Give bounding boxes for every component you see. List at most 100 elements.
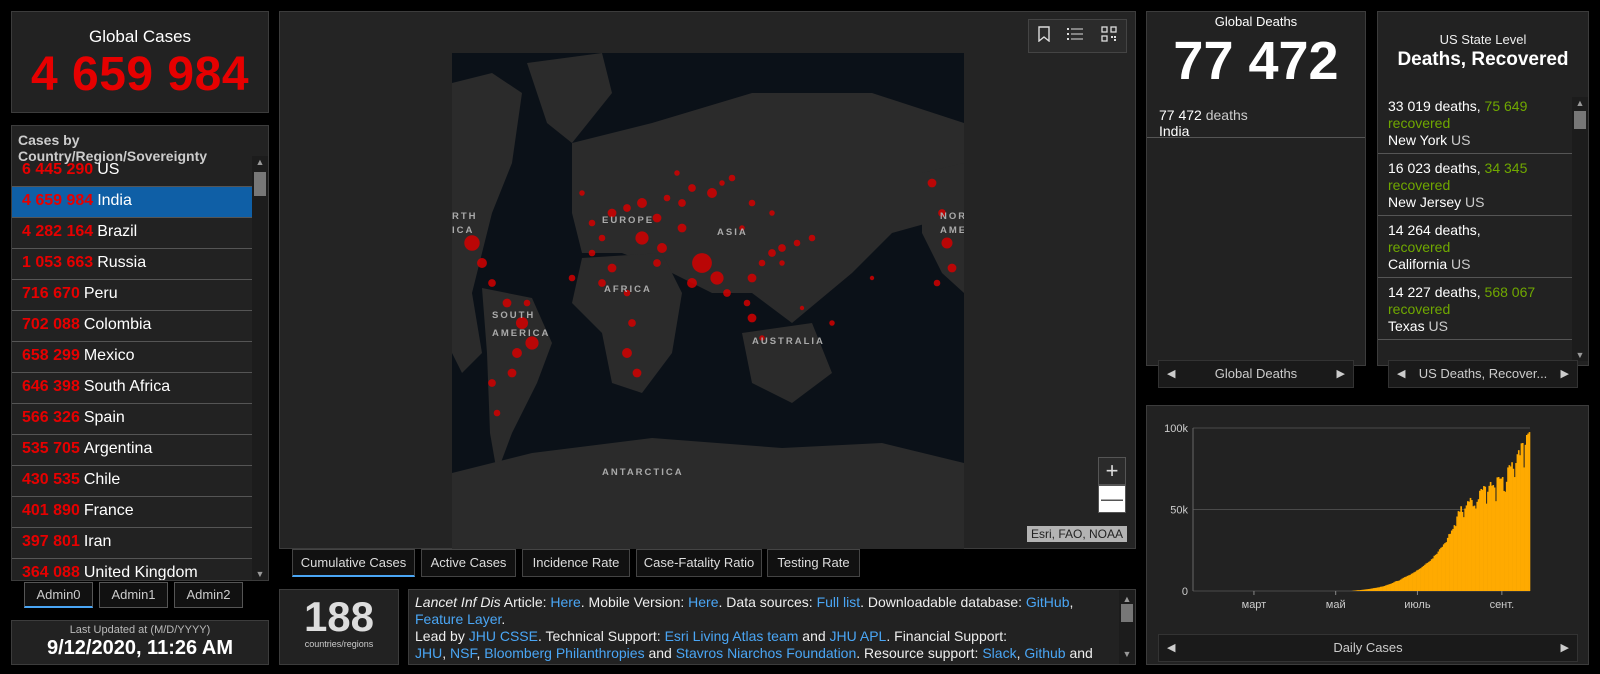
case-bubble[interactable] (488, 379, 496, 387)
case-bubble[interactable] (947, 263, 957, 273)
case-bubble[interactable] (622, 348, 632, 358)
case-bubble[interactable] (579, 190, 585, 196)
nsf-link[interactable]: NSF (450, 645, 476, 661)
country-row[interactable]: 716 670 Peru (12, 280, 252, 311)
tab-incidence-rate[interactable]: Incidence Rate (522, 549, 630, 577)
scroll-thumb[interactable] (1121, 604, 1133, 622)
country-row[interactable]: 4 659 984 India (12, 187, 252, 218)
bloomberg-link[interactable]: Bloomberg Philanthropies (484, 645, 644, 661)
slack-link[interactable]: Slack (982, 645, 1016, 661)
us-state-row[interactable]: 12 502 deaths, recoveredFlorida US (1378, 340, 1572, 342)
prev-arrow-icon[interactable]: ◀ (1397, 361, 1405, 387)
next-arrow-icon[interactable]: ▶ (1337, 361, 1345, 387)
case-bubble[interactable] (598, 234, 606, 242)
case-bubble[interactable] (719, 180, 725, 186)
country-row[interactable]: 6 445 290 US (12, 156, 252, 187)
info-scrollbar[interactable]: ▲ ▼ (1119, 590, 1135, 664)
case-bubble[interactable] (657, 243, 667, 253)
us-state-row[interactable]: 16 023 deaths, 34 345 recovered New Jersey… (1378, 154, 1572, 216)
tab-admin2[interactable]: Admin2 (174, 582, 243, 608)
list-icon[interactable] (1067, 27, 1084, 46)
country-row[interactable]: 1 053 663 Russia (12, 249, 252, 280)
case-bubble[interactable] (477, 258, 487, 268)
case-bubble[interactable] (677, 223, 687, 233)
tab-cumulative-cases[interactable]: Cumulative Cases (292, 549, 415, 577)
case-bubble[interactable] (808, 234, 816, 242)
scroll-down-icon[interactable]: ▼ (1572, 350, 1588, 360)
case-bubble[interactable] (588, 219, 596, 227)
scroll-up-icon[interactable]: ▲ (252, 157, 268, 167)
us-state-row[interactable]: 14 227 deaths, 568 067 recovered Texas US (1378, 278, 1572, 340)
case-bubble[interactable] (747, 313, 757, 323)
us-state-row[interactable]: 14 264 deaths, recovered California US (1378, 216, 1572, 278)
country-list-scrollbar[interactable]: ▲ ▼ (252, 156, 268, 580)
country-row[interactable]: 364 088 United Kingdom (12, 559, 252, 580)
case-bubble[interactable] (778, 244, 786, 252)
github-link[interactable]: GitHub (1026, 594, 1070, 610)
case-bubble[interactable] (493, 409, 501, 417)
case-bubble[interactable] (653, 259, 661, 267)
country-row[interactable]: 658 299 Mexico (12, 342, 252, 373)
case-bubble[interactable] (623, 204, 631, 212)
case-bubble[interactable] (793, 239, 801, 247)
case-bubble[interactable] (687, 278, 697, 288)
case-bubble[interactable] (769, 210, 775, 216)
case-bubble[interactable] (710, 271, 724, 285)
case-bubble[interactable] (743, 299, 751, 307)
qr-grid-icon[interactable] (1101, 25, 1117, 47)
zoom-out-button[interactable]: — (1098, 485, 1126, 513)
country-row[interactable]: 401 890 France (12, 497, 252, 528)
case-bubble[interactable] (637, 198, 647, 208)
country-row[interactable]: 397 801 Iran (12, 528, 252, 559)
case-bubble[interactable] (869, 275, 875, 281)
case-bubble[interactable] (707, 188, 717, 198)
case-bubble[interactable] (632, 368, 642, 378)
case-bubble[interactable] (607, 263, 617, 273)
tab-testing-rate[interactable]: Testing Rate (767, 549, 860, 577)
tab-case-fatality-ratio[interactable]: Case-Fatality Ratio (636, 549, 762, 577)
case-bubble[interactable] (723, 289, 731, 297)
case-bubble[interactable] (568, 274, 576, 282)
case-bubble[interactable] (628, 319, 636, 327)
prev-arrow-icon[interactable]: ◀ (1167, 361, 1175, 387)
map-panel[interactable]: EUROPE ASIA AFRICA SOUTH AMERICA AUSTRAL… (279, 11, 1136, 549)
case-bubble[interactable] (799, 305, 805, 311)
tab-active-cases[interactable]: Active Cases (421, 549, 516, 577)
bookmark-icon[interactable] (1038, 25, 1050, 47)
case-bubble[interactable] (748, 199, 756, 207)
country-row[interactable]: 4 282 164 Brazil (12, 218, 252, 249)
case-bubble[interactable] (678, 199, 686, 207)
tab-admin1[interactable]: Admin1 (99, 582, 168, 608)
esri-link[interactable]: Esri Living Atlas team (665, 628, 799, 644)
case-bubble[interactable] (927, 178, 937, 188)
scroll-thumb[interactable] (254, 172, 266, 196)
case-bubble[interactable] (688, 184, 696, 192)
global-deaths-item[interactable]: 77 472 deaths India (1147, 88, 1365, 139)
country-row[interactable]: 702 088 Colombia (12, 311, 252, 342)
case-bubble[interactable] (464, 235, 480, 251)
world-map[interactable]: EUROPE ASIA AFRICA SOUTH AMERICA AUSTRAL… (452, 53, 964, 549)
case-bubble[interactable] (941, 237, 953, 249)
jhu-apl-link[interactable]: JHU APL (830, 628, 887, 644)
country-row[interactable]: 646 398 South Africa (12, 373, 252, 404)
us-state-scrollbar[interactable]: ▲ ▼ (1572, 97, 1588, 361)
article-link[interactable]: Here (550, 594, 580, 610)
jhu-link[interactable]: JHU (415, 645, 442, 661)
stavros-link[interactable]: Stavros Niarchos Foundation (676, 645, 857, 661)
tab-admin0[interactable]: Admin0 (24, 582, 93, 608)
case-bubble[interactable] (507, 368, 517, 378)
feature-layer-link[interactable]: Feature Layer (415, 611, 501, 627)
case-bubble[interactable] (768, 249, 776, 257)
case-bubble[interactable] (635, 231, 649, 245)
next-arrow-icon[interactable]: ▶ (1561, 635, 1569, 661)
scroll-down-icon[interactable]: ▼ (1119, 646, 1135, 663)
country-row[interactable]: 535 705 Argentina (12, 435, 252, 466)
case-bubble[interactable] (692, 253, 712, 273)
us-state-row[interactable]: 33 019 deaths, 75 649 recovered New York U… (1378, 92, 1572, 154)
country-row[interactable]: 566 326 Spain (12, 404, 252, 435)
case-bubble[interactable] (779, 260, 785, 266)
case-bubble[interactable] (747, 273, 757, 283)
case-bubble[interactable] (663, 194, 671, 202)
case-bubble[interactable] (588, 249, 596, 257)
jhu-csse-link[interactable]: JHU CSSE (469, 628, 538, 644)
